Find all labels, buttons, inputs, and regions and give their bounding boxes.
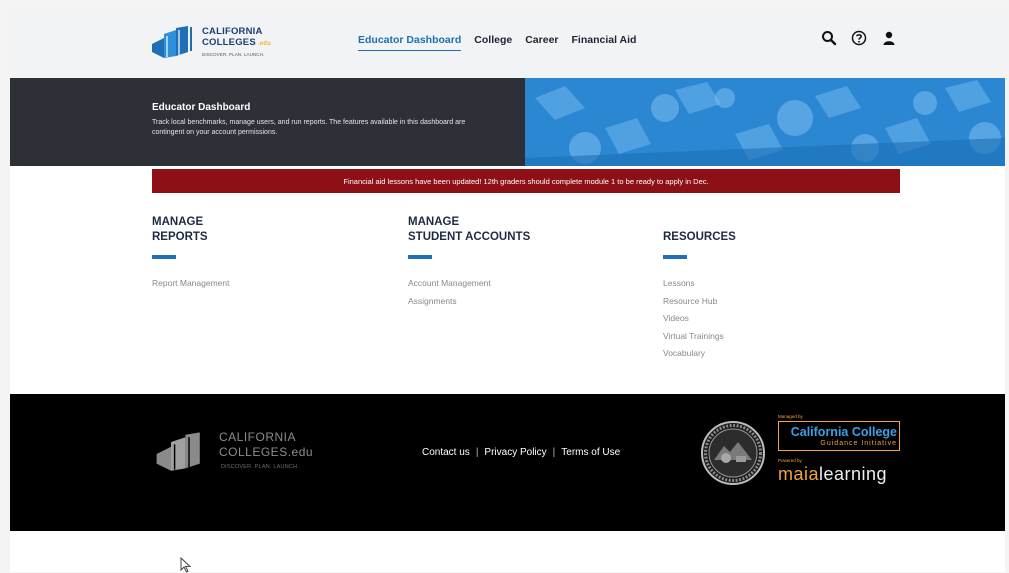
maia-learning-logo[interactable]: maialearning <box>778 464 908 485</box>
heading-accent-bar <box>663 255 687 259</box>
column-manage-student-accounts: MANAGE STUDENT ACCOUNTS Account Manageme… <box>408 215 628 310</box>
column-resources: RESOURCES Lessons Resource Hub Videos Vi… <box>663 215 883 363</box>
ccgi-name: California College <box>790 425 897 439</box>
logo-line1: CALIFORNIA <box>202 26 263 37</box>
help-icon[interactable] <box>851 30 867 46</box>
logo-line2: COLLEGES .edu <box>202 37 271 48</box>
logo-mark-icon <box>152 26 192 58</box>
link-assignments[interactable]: Assignments <box>408 293 628 311</box>
announcement-banner: Financial aid lessons have been updated!… <box>152 169 900 193</box>
link-virtual-trainings[interactable]: Virtual Trainings <box>663 328 883 346</box>
hero-image <box>525 78 1005 166</box>
link-lessons[interactable]: Lessons <box>663 275 883 293</box>
column-manage-reports: MANAGE REPORTS Report Management <box>152 215 372 293</box>
ccgi-maia-brand: Managed by California College Guidance I… <box>778 414 908 494</box>
page-frame: CALIFORNIA COLLEGES .edu DISCOVER. PLAN. … <box>10 6 1005 573</box>
footer-link-terms[interactable]: Terms of Use <box>561 447 620 458</box>
site-logo[interactable]: CALIFORNIA COLLEGES .edu DISCOVER. PLAN. … <box>150 24 290 64</box>
header-tools <box>821 30 897 46</box>
footer-logo[interactable]: CALIFORNIA COLLEGES.edu DISCOVER. PLAN. … <box>151 430 321 480</box>
column-heading-line2: REPORTS <box>152 231 208 243</box>
mouse-cursor-icon <box>180 557 192 573</box>
footer-logo-line1: CALIFORNIA <box>219 430 297 444</box>
ccgi-logo[interactable]: California College Guidance Initiative <box>778 421 900 451</box>
link-vocabulary[interactable]: Vocabulary <box>663 345 883 363</box>
footer-logo-tagline: DISCOVER. PLAN. LAUNCH. <box>221 464 299 470</box>
link-report-management[interactable]: Report Management <box>152 275 372 293</box>
column-heading-line1: MANAGE <box>408 216 460 228</box>
search-icon[interactable] <box>821 30 837 46</box>
footer-links: Contact us | Privacy Policy | Terms of U… <box>422 447 620 458</box>
logo-edu: .edu <box>257 41 271 47</box>
footer-link-contact[interactable]: Contact us <box>422 447 470 458</box>
state-seal-icon <box>701 421 765 485</box>
footer-separator: | <box>552 447 556 458</box>
hero-title: Educator Dashboard <box>152 102 251 113</box>
powered-by-label: Powered by <box>778 458 802 463</box>
column-links: Account Management Assignments <box>408 275 628 310</box>
main-nav: Educator Dashboard College Career Financ… <box>358 34 636 51</box>
link-account-management[interactable]: Account Management <box>408 275 628 293</box>
user-icon[interactable] <box>881 30 897 46</box>
nav-college[interactable]: College <box>474 34 512 51</box>
hero-panel: Educator Dashboard Track local benchmark… <box>10 78 525 166</box>
link-videos[interactable]: Videos <box>663 310 883 328</box>
nav-career[interactable]: Career <box>525 34 558 51</box>
site-header: CALIFORNIA COLLEGES .edu DISCOVER. PLAN. … <box>10 6 1005 78</box>
column-heading-line1 <box>663 215 883 230</box>
footer-logo-mark-icon <box>156 432 200 471</box>
link-resource-hub[interactable]: Resource Hub <box>663 293 883 311</box>
heading-accent-bar <box>152 255 176 259</box>
nav-educator-dashboard[interactable]: Educator Dashboard <box>358 34 462 51</box>
column-heading-line2: STUDENT ACCOUNTS <box>408 231 531 243</box>
column-heading-line1: MANAGE <box>152 216 204 228</box>
logo-tagline: DISCOVER. PLAN. LAUNCH. <box>202 52 265 57</box>
footer-logo-line2: COLLEGES.edu <box>219 445 314 459</box>
column-heading-line2: RESOURCES <box>663 231 736 243</box>
banner-text: Financial aid lessons have been updated!… <box>343 176 709 186</box>
column-links: Report Management <box>152 275 372 293</box>
site-footer: CALIFORNIA COLLEGES.edu DISCOVER. PLAN. … <box>10 394 1005 531</box>
logo-line2-text: COLLEGES <box>202 37 256 48</box>
managed-by-label: Managed by <box>778 414 803 419</box>
heading-accent-bar <box>408 255 432 259</box>
column-links: Lessons Resource Hub Videos Virtual Trai… <box>663 275 883 363</box>
nav-financial-aid[interactable]: Financial Aid <box>572 34 637 51</box>
maia-text: maia <box>778 464 820 484</box>
learning-text: learning <box>819 464 888 484</box>
hero-description: Track local benchmarks, manage users, an… <box>152 119 466 136</box>
footer-link-privacy[interactable]: Privacy Policy <box>484 447 546 458</box>
ccgi-subtitle: Guidance Initiative <box>820 440 897 447</box>
footer-separator: | <box>475 447 479 458</box>
graduation-caps-image <box>525 78 1005 166</box>
